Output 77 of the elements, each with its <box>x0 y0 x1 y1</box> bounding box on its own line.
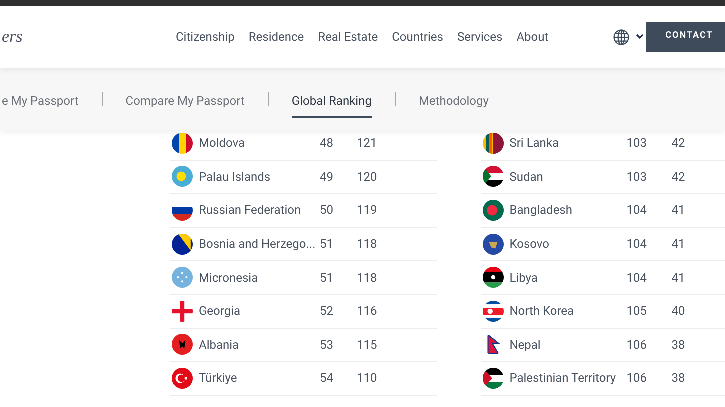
flag-icon <box>172 334 193 356</box>
flag-icon <box>172 132 193 154</box>
score-value: 42 <box>672 135 686 152</box>
score-value: 42 <box>672 168 686 186</box>
score-value: 41 <box>672 236 686 254</box>
flag-icon <box>482 368 504 389</box>
country-name: Albania <box>199 336 240 354</box>
nav-link[interactable]: Citizenship <box>176 28 235 46</box>
country-name: Nepal <box>510 336 542 354</box>
rank-value: 103 <box>626 168 648 186</box>
score-value: 119 <box>357 202 378 220</box>
flag-icon <box>172 300 193 322</box>
flag-icon <box>482 300 504 322</box>
rank-value: 106 <box>626 370 648 388</box>
country-name: Palau Islands <box>199 168 272 186</box>
flag-icon <box>482 132 504 154</box>
contact-button[interactable]: CONTACT <box>646 22 725 52</box>
sub-navigation-tab[interactable]: Compare My Passport <box>126 88 245 118</box>
logo-text[interactable]: ers <box>2 24 158 50</box>
rank-value: 50 <box>320 202 334 220</box>
flag-icon <box>482 166 504 188</box>
language-selector[interactable] <box>612 28 644 46</box>
flag-icon <box>172 267 193 288</box>
chevron-down-icon <box>636 34 644 40</box>
rank-value: 106 <box>626 336 648 354</box>
score-value: 118 <box>357 236 378 254</box>
country-name: Moldova <box>199 135 246 152</box>
rank-value: 104 <box>626 202 648 220</box>
country-name: Palestinian Territory <box>510 370 618 388</box>
country-name: Georgia <box>199 303 242 320</box>
flag-icon <box>482 200 504 221</box>
rank-value: 51 <box>320 270 334 287</box>
score-value: 41 <box>672 202 686 220</box>
nav-link[interactable]: Residence <box>248 28 304 46</box>
nav-link[interactable]: Real Estate <box>318 28 378 46</box>
country-name: Russian Federation <box>199 202 302 220</box>
flag-icon <box>482 234 504 255</box>
nav-link[interactable]: Services <box>457 28 503 46</box>
rank-value: 48 <box>320 135 334 152</box>
flag-icon <box>482 267 504 288</box>
score-value: 121 <box>357 135 378 152</box>
country-name: Libya <box>510 270 539 287</box>
flag-icon <box>172 234 193 255</box>
score-value: 118 <box>357 270 378 287</box>
score-value: 40 <box>672 303 686 320</box>
flag-icon <box>172 368 193 389</box>
country-name: Bosnia and Herzego... <box>199 236 317 254</box>
score-value: 115 <box>357 336 378 354</box>
score-value: 38 <box>672 336 686 354</box>
score-value: 120 <box>357 168 378 186</box>
rank-value: 52 <box>320 303 334 320</box>
country-name: Sri Lanka <box>510 135 560 152</box>
rank-value: 49 <box>320 168 334 186</box>
rank-value: 51 <box>320 236 334 254</box>
country-name: Bangladesh <box>510 202 574 220</box>
country-name: Türkiye <box>199 370 238 388</box>
score-value: 110 <box>357 370 378 388</box>
country-name: Sudan <box>510 168 544 186</box>
country-name: Kosovo <box>510 236 550 254</box>
nav-link[interactable]: About <box>516 28 549 46</box>
sub-navigation-tab[interactable]: Global Ranking <box>292 88 372 118</box>
rank-value: 53 <box>320 336 334 354</box>
sub-navigation-tab[interactable]: Methodology <box>418 88 489 118</box>
country-name: North Korea <box>510 303 576 320</box>
rank-value: 54 <box>320 370 334 388</box>
nav-link[interactable]: Countries <box>392 28 444 46</box>
score-value: 116 <box>357 303 378 320</box>
rank-value: 104 <box>626 236 648 254</box>
rank-value: 105 <box>626 303 648 320</box>
rank-value: 104 <box>626 270 648 287</box>
rank-value: 103 <box>626 135 648 152</box>
score-value: 38 <box>672 370 686 388</box>
flag-icon <box>172 166 193 188</box>
sub-navigation-tab[interactable]: e My Passport <box>2 88 79 118</box>
score-value: 41 <box>672 270 686 287</box>
country-name: Micronesia <box>199 270 260 287</box>
globe-icon <box>612 28 630 46</box>
